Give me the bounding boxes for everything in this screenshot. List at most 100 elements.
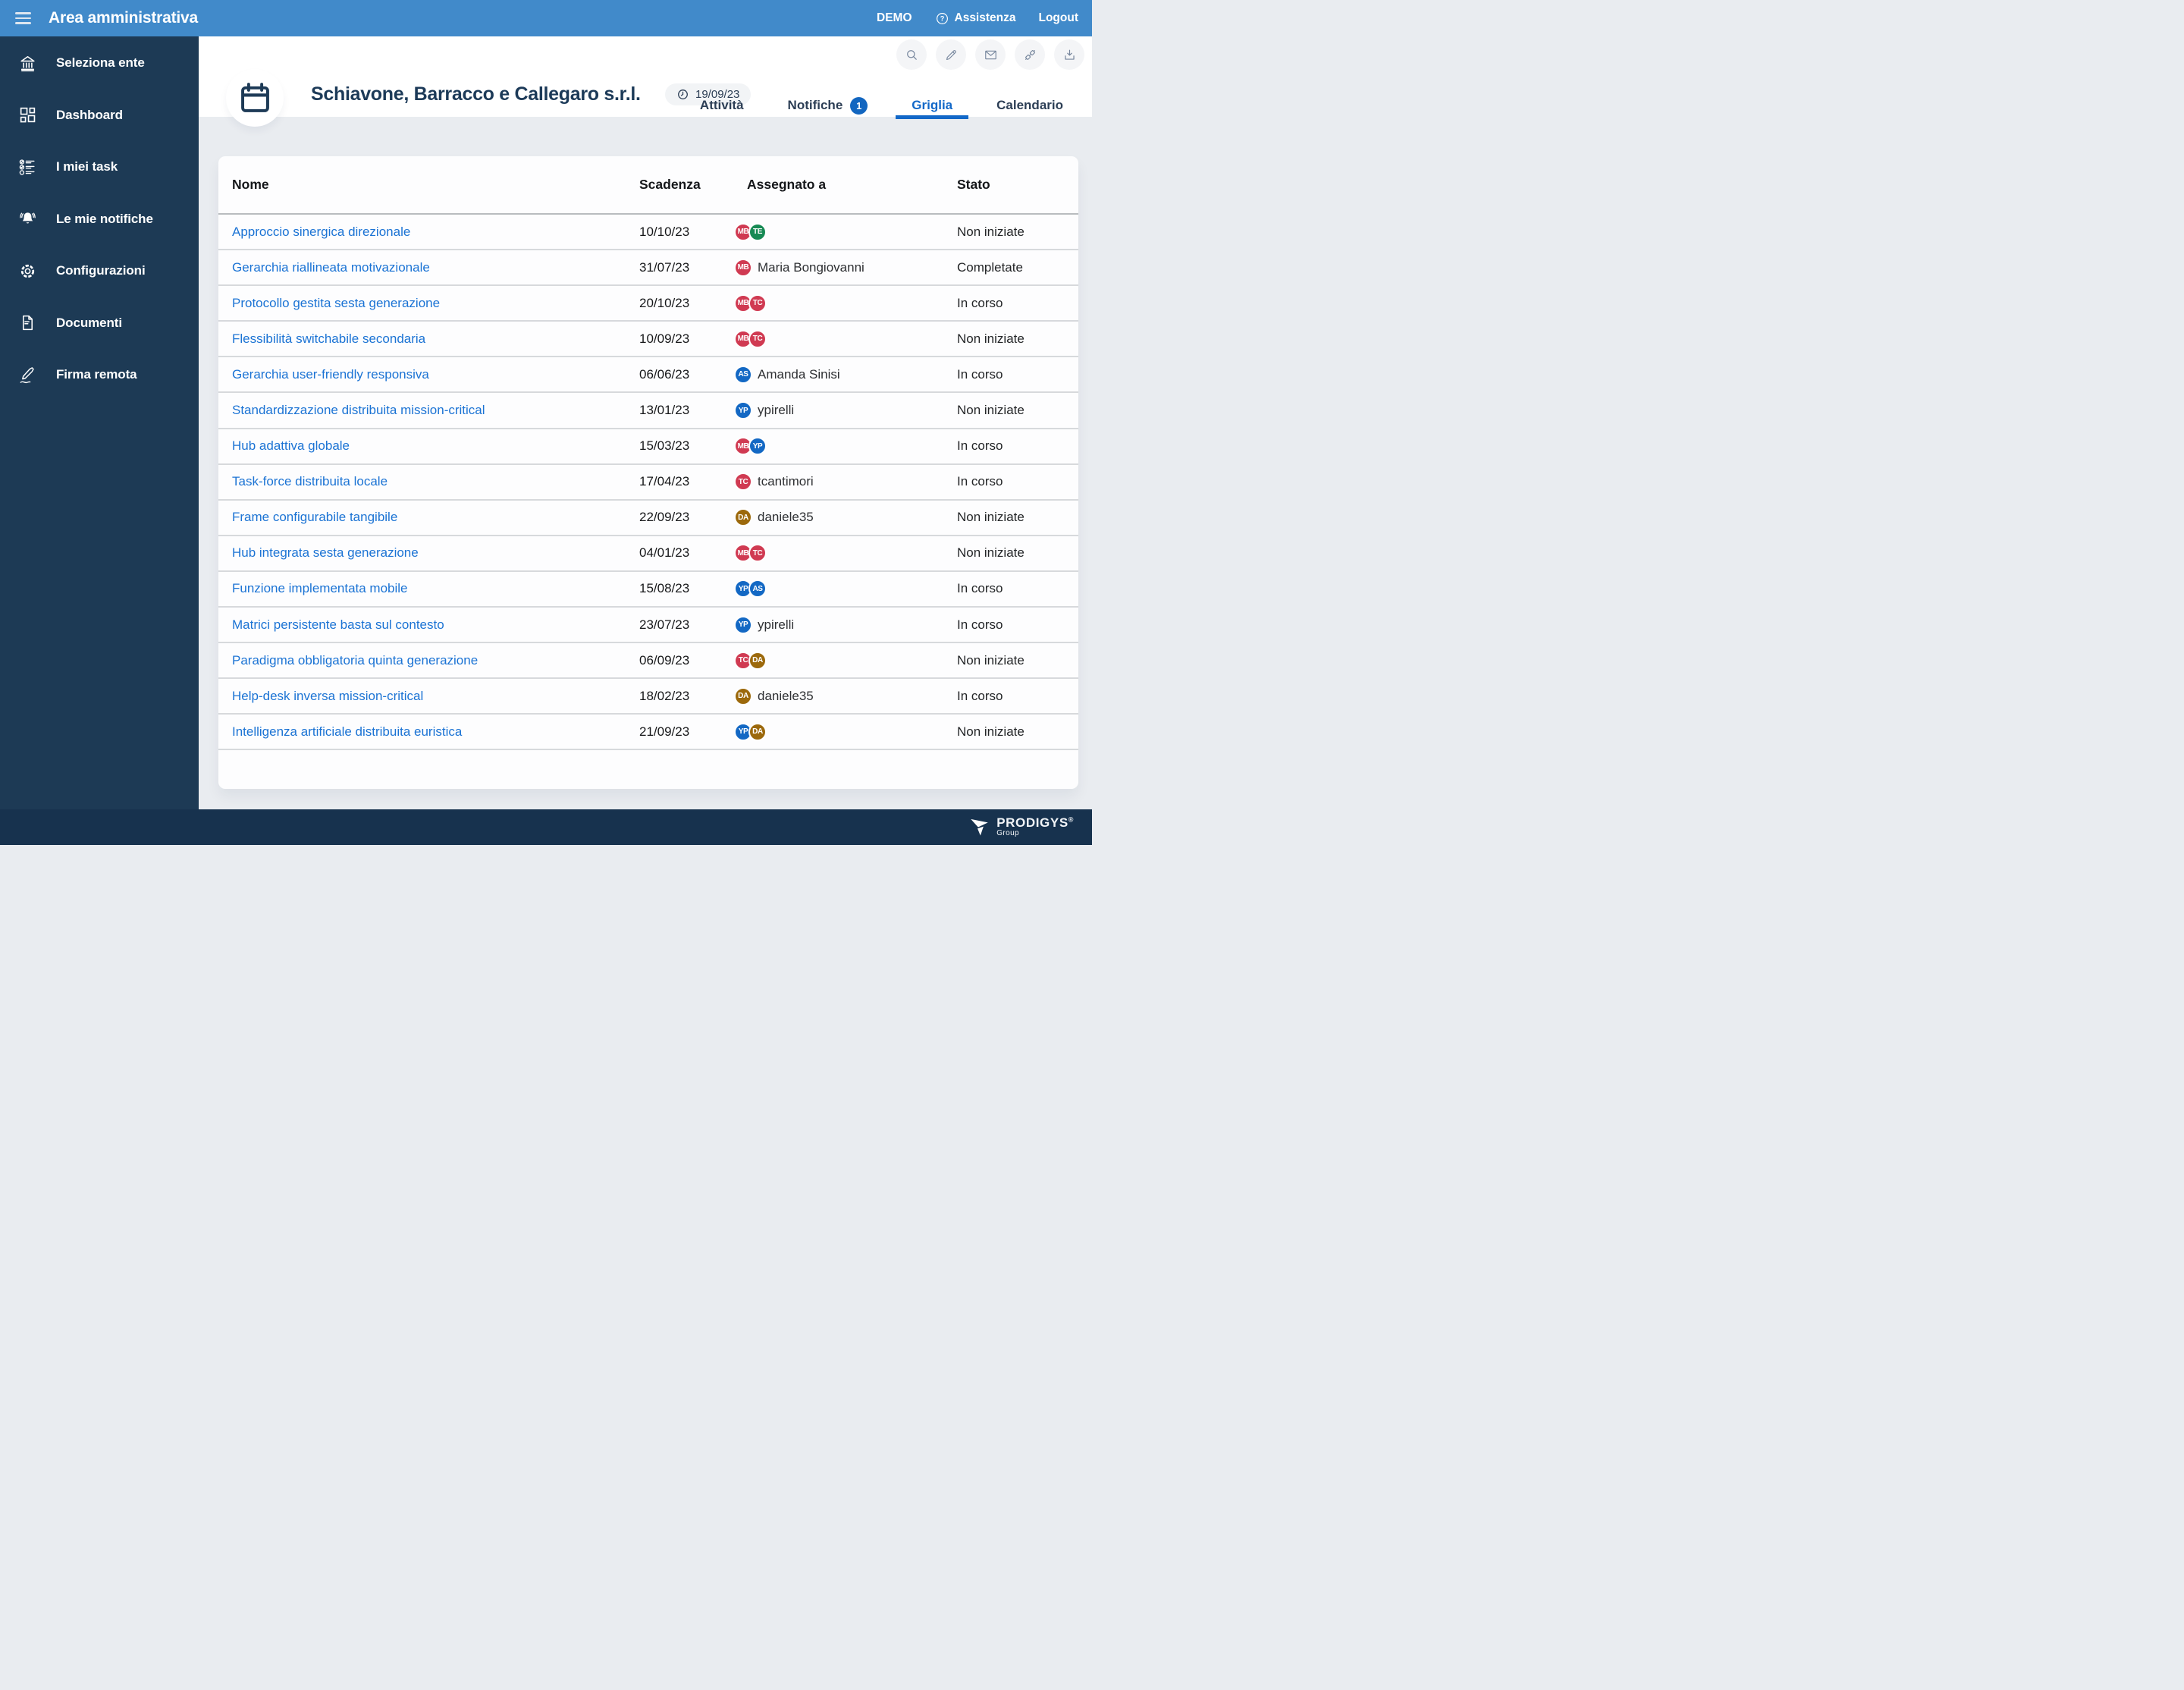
assignee-cell: YP ypirelli [747, 616, 957, 634]
search-icon [905, 48, 919, 62]
task-link[interactable]: Funzione implementata mobile [232, 581, 639, 596]
edit-button[interactable] [936, 39, 966, 70]
tab-griglia[interactable]: Griglia [912, 94, 952, 117]
avatar-tc: TC [734, 473, 752, 491]
task-link[interactable]: Task-force distribuita locale [232, 474, 639, 489]
status-label: Non iniziate [957, 403, 1065, 418]
table-row[interactable]: Matrici persistente basta sul contesto 2… [218, 608, 1078, 643]
sidebar-item-i-miei-task[interactable]: I miei task [0, 152, 199, 182]
status-label: Non iniziate [957, 510, 1065, 525]
assignee-cell: DA daniele35 [747, 687, 957, 705]
table-row[interactable]: Gerarchia riallineata motivazionale 31/0… [218, 250, 1078, 286]
due-date: 04/01/23 [639, 545, 747, 561]
due-date: 22/09/23 [639, 510, 747, 525]
prodigys-logo-icon [969, 817, 990, 837]
mail-button[interactable] [975, 39, 1006, 70]
document-icon [18, 313, 37, 332]
task-list-icon [18, 158, 37, 177]
sidebar-item-dashboard[interactable]: Dashboard [0, 100, 199, 130]
assignee-cell: MB Maria Bongiovanni [747, 259, 957, 277]
hamburger-menu-icon[interactable] [15, 12, 31, 24]
company-name: Schiavone, Barracco e Callegaro s.r.l. [311, 83, 641, 105]
assignee-cell: TC tcantimori [747, 473, 957, 491]
status-label: In corso [957, 367, 1065, 382]
table-row[interactable]: Standardizzazione distribuita mission-cr… [218, 393, 1078, 429]
status-label: Non iniziate [957, 545, 1065, 561]
status-label: Non iniziate [957, 225, 1065, 240]
assignee-avatars: MBTE [734, 223, 767, 241]
task-link[interactable]: Frame configurabile tangibile [232, 510, 639, 525]
task-link[interactable]: Hub integrata sesta generazione [232, 545, 639, 561]
demo-badge[interactable]: DEMO [877, 11, 912, 25]
status-label: Completate [957, 260, 1065, 275]
brand-name: PRODIGYS [996, 815, 1068, 830]
table-row[interactable]: Approccio sinergica direzionale 10/10/23… [218, 215, 1078, 250]
table-row[interactable]: Intelligenza artificiale distribuita eur… [218, 715, 1078, 750]
table-row[interactable]: Funzione implementata mobile 15/08/23 YP… [218, 572, 1078, 608]
table-row[interactable]: Help-desk inversa mission-critical 18/02… [218, 679, 1078, 715]
download-button[interactable] [1054, 39, 1084, 70]
tab-bar: Attività Notifiche 1 Griglia Calendario [700, 94, 1063, 117]
avatar-yp: YP [734, 401, 752, 419]
table-row[interactable]: Flessibilità switchabile secondaria 10/0… [218, 322, 1078, 357]
due-date: 23/07/23 [639, 617, 747, 633]
task-link[interactable]: Intelligenza artificiale distribuita eur… [232, 724, 639, 740]
assistance-link[interactable]: ? Assistenza [935, 11, 1016, 26]
due-date: 21/09/23 [639, 724, 747, 740]
column-header-nome: Nome [232, 177, 639, 193]
main-content: Schiavone, Barracco e Callegaro s.r.l. 1… [199, 36, 1092, 809]
tab-notifiche[interactable]: Notifiche 1 [788, 94, 868, 117]
notification-count-badge: 1 [850, 97, 868, 115]
table-row[interactable]: Protocollo gestita sesta generazione 20/… [218, 286, 1078, 322]
assignee-cell: MBTC [747, 544, 957, 562]
sidebar-item-le-mie-notifiche[interactable]: Le mie notifiche [0, 204, 199, 234]
svg-text:?: ? [940, 14, 944, 22]
assignee-name: ypirelli [758, 617, 794, 633]
task-link[interactable]: Protocollo gestita sesta generazione [232, 296, 639, 311]
task-link[interactable]: Hub adattiva globale [232, 438, 639, 454]
sidebar-item-documenti[interactable]: Documenti [0, 308, 199, 338]
table-row[interactable]: Hub integrata sesta generazione 04/01/23… [218, 536, 1078, 572]
search-button[interactable] [896, 39, 927, 70]
table-row[interactable]: Task-force distribuita locale 17/04/23 T… [218, 465, 1078, 501]
task-link[interactable]: Matrici persistente basta sul contesto [232, 617, 639, 633]
avatar-da: DA [734, 508, 752, 526]
task-link[interactable]: Gerarchia user-friendly responsiva [232, 367, 639, 382]
avatar-yp: YP [734, 616, 752, 634]
table-row[interactable]: Hub adattiva globale 15/03/23 MBYP In co… [218, 429, 1078, 465]
assignee-avatars: YP [734, 616, 752, 634]
sidebar-item-label: Seleziona ente [56, 55, 145, 71]
footer: PRODIGYS® Group [0, 809, 1092, 845]
tab-label: Attività [700, 98, 744, 113]
status-label: In corso [957, 438, 1065, 454]
avatar-yp: YP [748, 437, 767, 455]
connector-icon [1023, 48, 1037, 62]
dashboard-icon [18, 105, 37, 124]
tab-attivita[interactable]: Attività [700, 94, 744, 117]
connector-button[interactable] [1015, 39, 1045, 70]
sidebar-item-seleziona-ente[interactable]: Seleziona ente [0, 48, 199, 78]
task-link[interactable]: Approccio sinergica direzionale [232, 225, 639, 240]
assignee-name: daniele35 [758, 689, 814, 704]
assignee-avatars: TC [734, 473, 752, 491]
table-row[interactable]: Frame configurabile tangibile 22/09/23 D… [218, 501, 1078, 536]
gear-icon [18, 262, 37, 281]
table-row[interactable]: Paradigma obbligatoria quinta generazion… [218, 643, 1078, 679]
logout-button[interactable]: Logout [1038, 11, 1078, 25]
task-link[interactable]: Help-desk inversa mission-critical [232, 689, 639, 704]
sidebar-item-configurazioni[interactable]: Configurazioni [0, 256, 199, 286]
assignee-name: daniele35 [758, 510, 814, 525]
assignee-name: Maria Bongiovanni [758, 260, 864, 275]
tab-calendario[interactable]: Calendario [996, 94, 1063, 117]
assignee-avatars: AS [734, 366, 752, 384]
tab-label: Notifiche [788, 98, 843, 113]
task-link[interactable]: Paradigma obbligatoria quinta generazion… [232, 653, 639, 668]
task-link[interactable]: Flessibilità switchabile secondaria [232, 331, 639, 347]
sidebar-item-firma-remota[interactable]: Firma remota [0, 360, 199, 390]
due-date: 18/02/23 [639, 689, 747, 704]
task-link[interactable]: Standardizzazione distribuita mission-cr… [232, 403, 639, 418]
sidebar-item-label: Dashboard [56, 108, 123, 123]
assignee-name: tcantimori [758, 474, 814, 489]
table-row[interactable]: Gerarchia user-friendly responsiva 06/06… [218, 357, 1078, 393]
task-link[interactable]: Gerarchia riallineata motivazionale [232, 260, 639, 275]
